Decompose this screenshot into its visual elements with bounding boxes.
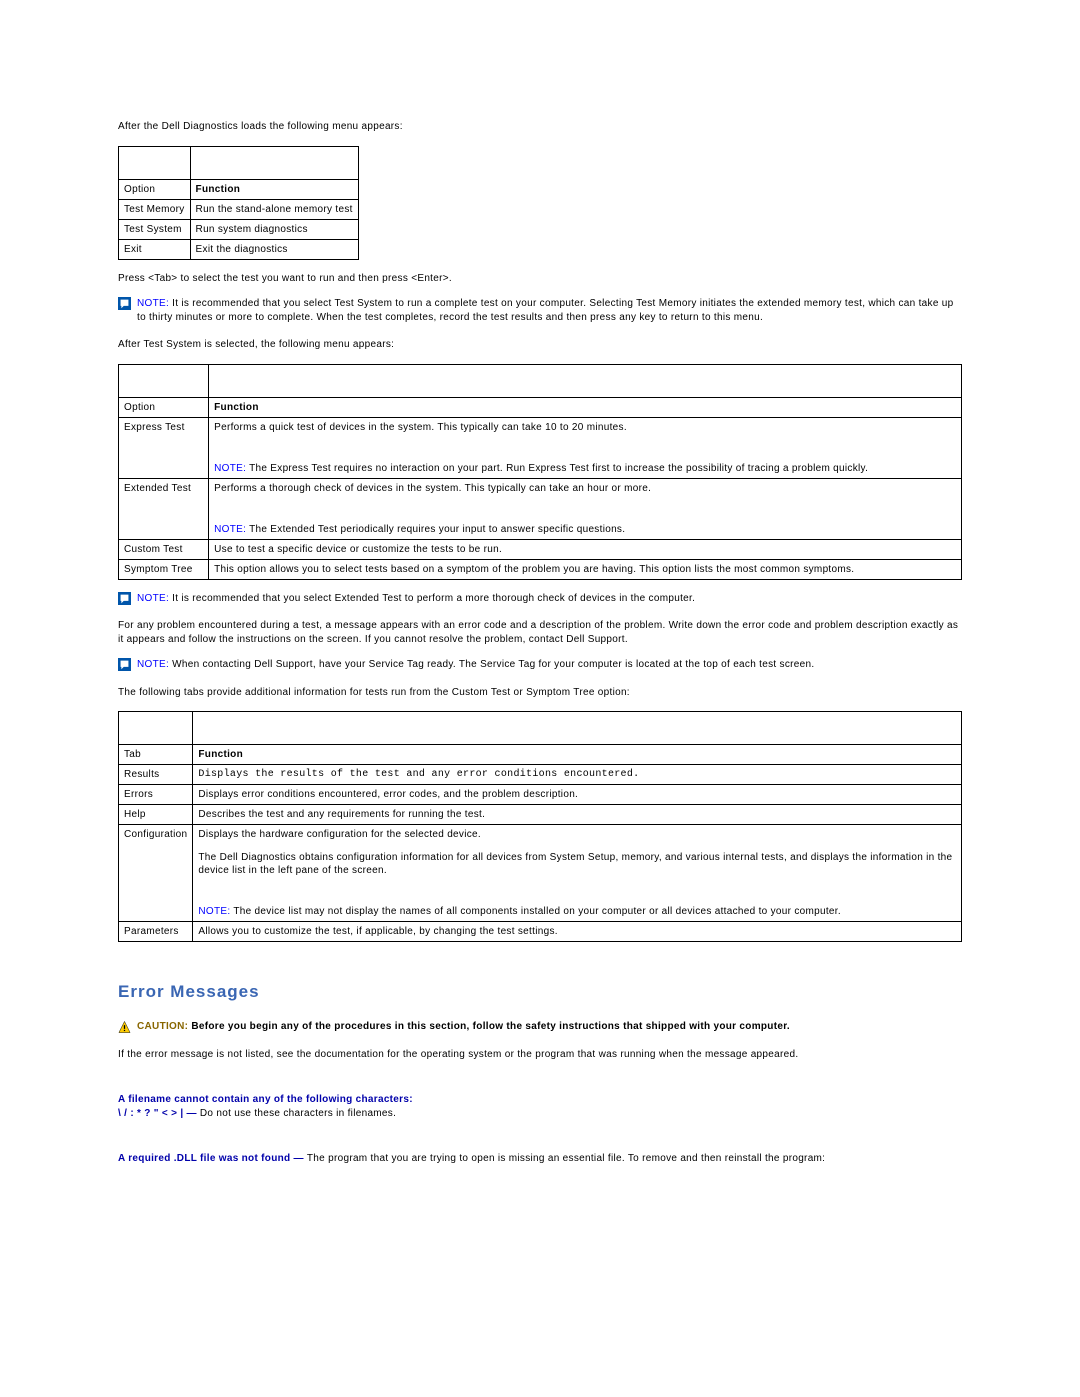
table-header-tab: Tab [119,745,193,765]
table-row: Extended Test Performs a thorough check … [119,478,962,539]
table-header-option: Option [119,179,191,199]
cell-text: The Dell Diagnostics obtains configurati… [198,851,956,877]
cell: Test System [119,219,191,239]
caution-body: Before you begin any of the procedures i… [188,1021,790,1032]
cell-text: Performs a quick test of devices in the … [214,421,956,434]
cell: Symptom Tree [119,559,209,579]
cell-text: Displays the hardware configuration for … [198,828,956,841]
cell: Allows you to customize the test, if app… [193,922,962,942]
table-row: Symptom Tree This option allows you to s… [119,559,962,579]
error-message-item: A required .DLL file was not found — The… [118,1152,962,1166]
options-table-2: Option Function Express Test Performs a … [118,364,962,580]
note-block: NOTE: When contacting Dell Support, have… [118,658,962,672]
cell: This option allows you to select tests b… [209,559,962,579]
note-block: NOTE: It is recommended that you select … [118,297,962,324]
cell: Extended Test [119,478,209,539]
note-label: NOTE: [137,298,169,309]
table-row: Exit Exit the diagnostics [119,239,359,259]
caution-text: CAUTION: Before you begin any of the pro… [137,1020,790,1034]
note-body: When contacting Dell Support, have your … [169,659,814,670]
note-label: NOTE: [214,463,246,474]
cell: Configuration [119,825,193,922]
note-body: It is recommended that you select Extend… [169,593,695,604]
paragraph: Press <Tab> to select the test you want … [118,272,962,286]
note-label: NOTE: [137,593,169,604]
note-body: The Extended Test periodically requires … [246,524,625,535]
cell-note: NOTE: The device list may not display th… [198,905,956,918]
table-row: Custom Test Use to test a specific devic… [119,539,962,559]
table-row: Results Displays the results of the test… [119,765,962,785]
note-label: NOTE: [198,906,230,917]
table-header-function: Function [209,397,962,417]
cell: Exit the diagnostics [190,239,358,259]
note-label: NOTE: [137,659,169,670]
table-header-option: Option [119,397,209,417]
note-body: The Express Test requires no interaction… [246,463,868,474]
cell-note: NOTE: The Express Test requires no inter… [214,462,956,475]
table-row: Parameters Allows you to customize the t… [119,922,962,942]
table-header-function: Function [190,179,358,199]
table-row: Configuration Displays the hardware conf… [119,825,962,922]
cell: Performs a quick test of devices in the … [209,417,962,478]
cell: Use to test a specific device or customi… [209,539,962,559]
paragraph: If the error message is not listed, see … [118,1048,962,1062]
cell: Run system diagnostics [190,219,358,239]
cell: Performs a thorough check of devices in … [209,478,962,539]
cell: Test Memory [119,199,191,219]
error-text: Do not use these characters in filenames… [200,1108,396,1119]
paragraph: For any problem encountered during a tes… [118,619,962,646]
note-label: NOTE: [214,524,246,535]
cell: Describes the test and any requirements … [193,805,962,825]
note-icon [118,297,131,310]
table-row: Test System Run system diagnostics [119,219,359,239]
cell: Help [119,805,193,825]
error-title: A filename cannot contain any of the fol… [118,1094,413,1105]
table-row: Help Describes the test and any requirem… [119,805,962,825]
note-body: It is recommended that you select Test S… [137,298,954,323]
note-text: NOTE: When contacting Dell Support, have… [137,658,814,672]
cell: Results [119,765,193,785]
caution-icon [118,1020,131,1033]
error-title: A required .DLL file was not found — [118,1153,307,1164]
cell: Displays error conditions encountered, e… [193,785,962,805]
caution-label: CAUTION: [137,1021,188,1032]
note-icon [118,592,131,605]
table-row: Express Test Performs a quick test of de… [119,417,962,478]
cell: Express Test [119,417,209,478]
note-body: The device list may not display the name… [230,906,840,917]
paragraph: The following tabs provide additional in… [118,686,962,700]
cell: Displays the results of the test and any… [193,765,962,785]
section-heading-error-messages: Error Messages [118,982,962,1002]
document-page: After the Dell Diagnostics loads the fol… [0,0,1080,1238]
note-text: NOTE: It is recommended that you select … [137,592,695,606]
error-chars: \ / : * ? " < > | — [118,1108,200,1119]
paragraph: After Test System is selected, the follo… [118,338,962,352]
cell: Displays the hardware configuration for … [193,825,962,922]
cell: Custom Test [119,539,209,559]
cell: Exit [119,239,191,259]
note-block: NOTE: It is recommended that you select … [118,592,962,606]
options-table-1: Option Function Test Memory Run the stan… [118,146,359,260]
paragraph: After the Dell Diagnostics loads the fol… [118,120,962,134]
cell-text: Performs a thorough check of devices in … [214,482,956,495]
cell-note: NOTE: The Extended Test periodically req… [214,523,956,536]
note-text: NOTE: It is recommended that you select … [137,297,962,324]
note-icon [118,658,131,671]
error-text: The program that you are trying to open … [307,1153,825,1164]
tabs-table: Tab Function Results Displays the result… [118,711,962,942]
table-header-function: Function [193,745,962,765]
error-message-item: A filename cannot contain any of the fol… [118,1093,962,1120]
cell: Parameters [119,922,193,942]
cell: Errors [119,785,193,805]
cell: Run the stand-alone memory test [190,199,358,219]
caution-block: CAUTION: Before you begin any of the pro… [118,1020,962,1034]
table-row: Test Memory Run the stand-alone memory t… [119,199,359,219]
table-row: Errors Displays error conditions encount… [119,785,962,805]
